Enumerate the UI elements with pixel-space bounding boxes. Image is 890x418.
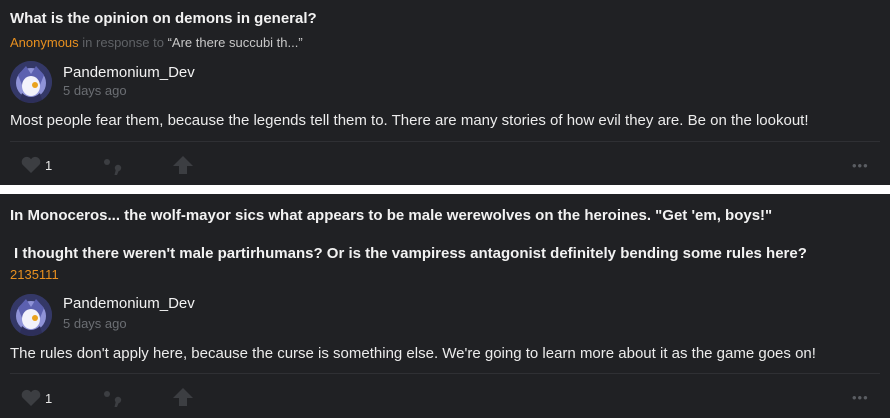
in-response-to-quote[interactable]: “Are there succubi th...” <box>168 35 303 50</box>
like-button[interactable]: 1 <box>20 156 52 174</box>
avatar[interactable] <box>10 61 52 103</box>
answer-timestamp: 5 days ago <box>63 83 127 98</box>
divider <box>10 141 880 142</box>
quote-button[interactable] <box>101 388 125 408</box>
question-text-line1: In Monoceros... the wolf-mayor sics what… <box>10 207 773 224</box>
question-text: What is the opinion on demons in general… <box>10 10 317 27</box>
heart-icon <box>21 389 41 406</box>
avatar[interactable] <box>10 294 52 336</box>
question-text-line2: I thought there weren't male partirhuman… <box>14 245 807 262</box>
asker-name[interactable]: 2135111 <box>10 267 59 282</box>
in-response-to-label: in response to <box>82 35 164 50</box>
more-dots-icon[interactable]: ••• <box>852 390 869 405</box>
answer-card: What is the opinion on demons in general… <box>0 0 890 185</box>
author-name[interactable]: Pandemonium_Dev <box>63 64 195 81</box>
asker-name[interactable]: Anonymous <box>10 35 79 50</box>
answer-text: The rules don't apply here, because the … <box>10 345 816 362</box>
heart-icon <box>21 156 41 173</box>
share-button[interactable] <box>172 387 194 407</box>
share-arrow-icon <box>173 156 193 174</box>
answer-text: Most people fear them, because the legen… <box>10 112 809 129</box>
share-arrow-icon <box>173 388 193 406</box>
quote-button[interactable] <box>101 156 125 176</box>
author-name[interactable]: Pandemonium_Dev <box>63 295 195 312</box>
like-count: 1 <box>45 390 53 406</box>
question-meta: Anonymous in response to “Are there succ… <box>10 35 303 50</box>
answer-card: In Monoceros... the wolf-mayor sics what… <box>0 194 890 418</box>
quote-icon <box>104 391 122 407</box>
like-count: 1 <box>45 157 53 173</box>
question-meta: 2135111 <box>10 267 59 282</box>
answer-timestamp: 5 days ago <box>63 316 127 331</box>
divider <box>10 373 880 374</box>
share-button[interactable] <box>172 155 194 175</box>
more-dots-icon[interactable]: ••• <box>852 158 869 173</box>
quote-icon <box>104 159 122 175</box>
like-button[interactable]: 1 <box>20 389 52 407</box>
